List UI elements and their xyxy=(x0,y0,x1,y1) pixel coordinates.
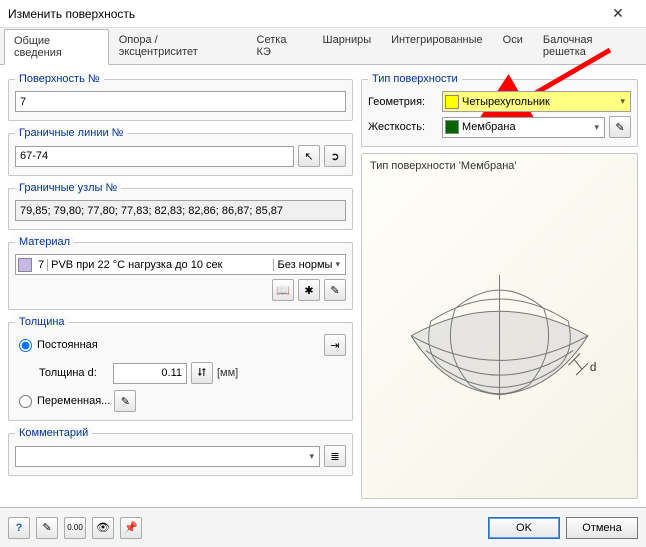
legend-surface-type: Тип поверхности xyxy=(368,73,462,85)
tab-bar: Общие сведения Опора / эксцентриситет Се… xyxy=(0,28,646,65)
material-norm: Без нормы xyxy=(274,259,335,271)
edit-icon: ✎ xyxy=(330,284,339,297)
group-boundary-lines: Граничные линии № ↖ ➲ xyxy=(8,127,353,176)
material-combo[interactable]: 7 PVB при 22 °C нагрузка до 10 сек Без н… xyxy=(15,254,346,275)
thickness-export-button[interactable]: ⇥ xyxy=(324,334,346,356)
dots-icon: ✎ xyxy=(121,395,130,408)
export-icon: ⇥ xyxy=(330,339,339,352)
thickness-variable-edit-button[interactable]: ✎ xyxy=(114,390,136,412)
link-icon: ➲ xyxy=(330,150,339,163)
legend-boundary-lines: Граничные линии № xyxy=(15,127,127,139)
tab-hinges[interactable]: Шарниры xyxy=(313,28,382,64)
group-comment: Комментарий ▾ ≣ xyxy=(8,427,353,476)
geometry-combo[interactable]: Четырехугольник ▾ xyxy=(442,91,631,112)
help-icon: ? xyxy=(16,522,23,534)
stiffness-label: Жесткость: xyxy=(368,121,438,133)
edit-icon: ✎ xyxy=(615,121,624,134)
legend-thickness: Толщина xyxy=(15,316,69,328)
pin-icon: 📌 xyxy=(124,521,138,534)
preview-caption: Тип поверхности 'Мембрана' xyxy=(370,160,517,172)
ok-button[interactable]: OK xyxy=(488,517,560,539)
thickness-d-input[interactable] xyxy=(113,363,187,384)
thickness-d-unit: [мм] xyxy=(217,367,238,379)
calc-icon: 0.00 xyxy=(67,523,83,532)
group-thickness: Толщина Постоянная ⇥ Толщина d: ⮃ [мм] xyxy=(8,316,353,421)
stiffness-edit-button[interactable]: ✎ xyxy=(609,116,631,138)
stiffness-swatch-icon xyxy=(445,120,459,134)
legend-boundary-nodes: Граничные узлы № xyxy=(15,182,121,194)
tab-support[interactable]: Опора / эксцентриситет xyxy=(109,28,247,64)
material-edit-button[interactable]: ✎ xyxy=(324,279,346,301)
close-icon: ✕ xyxy=(612,5,624,22)
link-lines-button[interactable]: ➲ xyxy=(324,145,346,167)
material-library-button[interactable]: 📖 xyxy=(272,279,294,301)
comment-combo[interactable]: ▾ xyxy=(15,446,320,467)
preview-annotation: d xyxy=(590,361,597,374)
surface-preview: Тип поверхности 'Мембрана' xyxy=(361,153,638,499)
stiffness-combo[interactable]: Мембрана ▾ xyxy=(442,117,605,138)
eye-icon: 👁 xyxy=(96,521,110,534)
comment-list-button[interactable]: ≣ xyxy=(324,445,346,467)
stepper-icon: ⮃ xyxy=(198,367,207,380)
note-icon: ✎ xyxy=(42,521,51,534)
legend-surface-no: Поверхность № xyxy=(15,73,104,85)
chevron-down-icon: ▾ xyxy=(309,451,317,462)
tab-axes[interactable]: Оси xyxy=(493,28,533,64)
boundary-nodes-display xyxy=(15,200,346,221)
material-name: PVB при 22 °C нагрузка до 10 сек xyxy=(48,259,274,271)
chevron-down-icon: ▾ xyxy=(594,122,602,133)
material-swatch-icon xyxy=(18,258,32,272)
dialog-footer: ? ✎ 0.00 👁 📌 OK Отмена xyxy=(0,507,646,547)
geometry-value: Четырехугольник xyxy=(462,96,550,108)
window-title: Изменить поверхность xyxy=(8,7,598,21)
boundary-lines-input[interactable] xyxy=(15,146,294,167)
chevron-down-icon: ▾ xyxy=(620,96,628,107)
new-icon: ✱ xyxy=(304,284,313,297)
close-button[interactable]: ✕ xyxy=(598,0,638,28)
tab-mesh[interactable]: Сетка КЭ xyxy=(247,28,313,64)
tab-integrated[interactable]: Интегрированные xyxy=(381,28,493,64)
units-button[interactable]: 0.00 xyxy=(64,517,86,539)
thickness-stepper-button[interactable]: ⮃ xyxy=(191,362,213,384)
geometry-label: Геометрия: xyxy=(368,96,438,108)
thickness-variable-input[interactable] xyxy=(19,395,32,408)
list-icon: ≣ xyxy=(330,450,339,463)
group-surface-no: Поверхность № xyxy=(8,73,353,121)
thickness-constant-radio[interactable]: Постоянная xyxy=(19,339,98,352)
membrane-surface-icon: d xyxy=(362,154,637,498)
pin-button[interactable]: 📌 xyxy=(120,517,142,539)
chevron-down-icon: ▾ xyxy=(335,259,343,270)
cancel-button[interactable]: Отмена xyxy=(566,517,638,539)
group-surface-type: Тип поверхности Геометрия: Четырехугольн… xyxy=(361,73,638,147)
legend-comment: Комментарий xyxy=(15,427,92,439)
group-material: Материал 7 PVB при 22 °C нагрузка до 10 … xyxy=(8,236,353,310)
thickness-variable-radio[interactable]: Переменная... xyxy=(19,395,110,408)
material-new-button[interactable]: ✱ xyxy=(298,279,320,301)
pick-icon: ↖ xyxy=(304,150,313,163)
stiffness-value: Мембрана xyxy=(462,121,516,133)
material-index: 7 xyxy=(35,259,48,271)
tab-beam-grid[interactable]: Балочная решетка xyxy=(533,28,646,64)
titlebar: Изменить поверхность ✕ xyxy=(0,0,646,28)
view-button[interactable]: 👁 xyxy=(92,517,114,539)
note-button[interactable]: ✎ xyxy=(36,517,58,539)
geometry-swatch-icon xyxy=(445,95,459,109)
thickness-variable-label: Переменная... xyxy=(37,395,110,407)
pick-lines-button[interactable]: ↖ xyxy=(298,145,320,167)
tab-general[interactable]: Общие сведения xyxy=(4,29,109,65)
legend-material: Материал xyxy=(15,236,74,248)
thickness-d-label: Толщина d: xyxy=(39,367,109,379)
surface-no-input[interactable] xyxy=(15,91,346,112)
group-boundary-nodes: Граничные узлы № xyxy=(8,182,353,230)
thickness-constant-label: Постоянная xyxy=(37,339,98,351)
book-icon: 📖 xyxy=(276,284,290,297)
help-button[interactable]: ? xyxy=(8,517,30,539)
thickness-constant-input[interactable] xyxy=(19,339,32,352)
